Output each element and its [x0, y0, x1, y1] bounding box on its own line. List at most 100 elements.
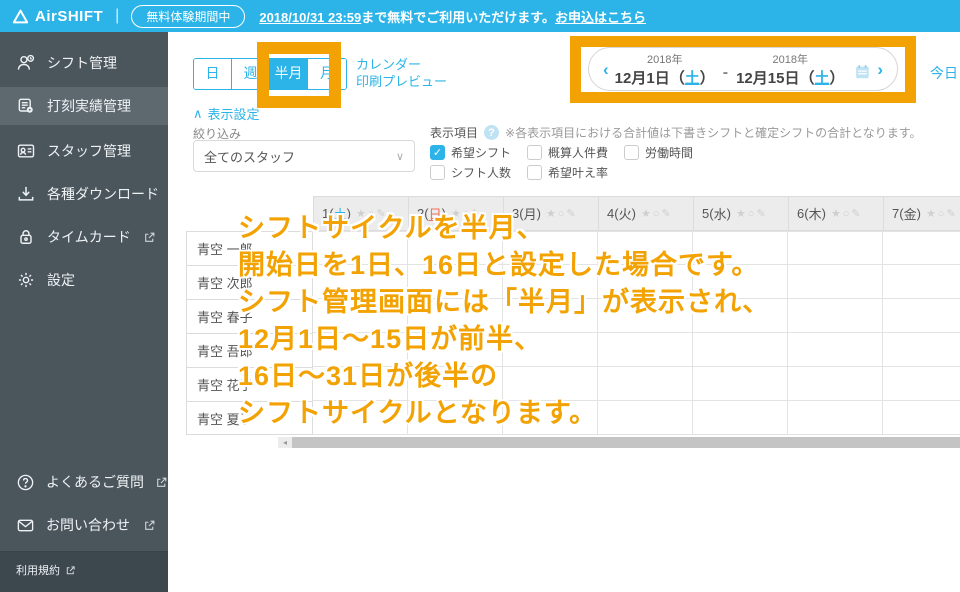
- schedule-cell[interactable]: [788, 265, 883, 298]
- schedule-cell[interactable]: [408, 232, 503, 264]
- schedule-cell[interactable]: [693, 333, 788, 366]
- schedule-cell[interactable]: [788, 333, 883, 366]
- checkbox-labor-cost[interactable]: 概算人件費: [527, 144, 608, 161]
- date-header-4[interactable]: 4(火) ★○✎: [599, 197, 694, 230]
- print-preview-link[interactable]: 印刷プレビュー: [356, 73, 447, 90]
- sidebar-footer: よくあるご質問 お問い合わせ 利用規約: [0, 465, 168, 592]
- schedule-cell[interactable]: [313, 401, 408, 434]
- tab-week[interactable]: 週: [232, 59, 270, 89]
- schedule-cell[interactable]: [408, 265, 503, 298]
- schedule-cell[interactable]: [598, 232, 693, 264]
- schedule-cell[interactable]: [313, 367, 408, 400]
- range-start[interactable]: 2018年 12月1日（土）: [615, 51, 715, 88]
- schedule-cell[interactable]: [883, 265, 960, 298]
- prev-period-chevron-icon[interactable]: ‹: [603, 61, 609, 78]
- table-row: [313, 299, 960, 333]
- schedule-cell[interactable]: [788, 232, 883, 264]
- schedule-cell[interactable]: [408, 401, 503, 434]
- checkbox-label: シフト人数: [451, 166, 512, 180]
- schedule-cell[interactable]: [503, 401, 598, 434]
- tab-month[interactable]: 月: [308, 59, 346, 89]
- schedule-cell[interactable]: [883, 401, 960, 434]
- schedule-cell[interactable]: [503, 265, 598, 298]
- sidebar-item-label: スタッフ管理: [47, 143, 131, 159]
- schedule-cell[interactable]: [693, 232, 788, 264]
- schedule-cell[interactable]: [693, 401, 788, 434]
- display-settings-label: 表示設定: [207, 107, 260, 122]
- schedule-cell[interactable]: [693, 367, 788, 400]
- sidebar-item-contact[interactable]: お問い合わせ: [0, 508, 168, 542]
- sidebar-item-downloads[interactable]: 各種ダウンロード: [0, 177, 168, 211]
- tab-day[interactable]: 日: [194, 59, 232, 89]
- header-action-icons[interactable]: ★○✎: [356, 207, 388, 220]
- scrollbar-thumb[interactable]: [292, 437, 960, 448]
- schedule-cell[interactable]: [883, 232, 960, 264]
- schedule-cell[interactable]: [313, 232, 408, 264]
- today-link[interactable]: 今日: [930, 63, 958, 83]
- sidebar-item-timecard[interactable]: タイムカード: [0, 220, 168, 254]
- schedule-cell[interactable]: [788, 299, 883, 332]
- schedule-cell[interactable]: [598, 401, 693, 434]
- schedule-cell[interactable]: [598, 265, 693, 298]
- airshift-logo[interactable]: AirSHIFT: [12, 8, 103, 25]
- schedule-cell[interactable]: [598, 299, 693, 332]
- sidebar-item-shift-management[interactable]: シフト管理: [0, 46, 168, 80]
- date-header-2[interactable]: 2(日) ★○✎: [409, 197, 504, 230]
- schedule-cell[interactable]: [788, 367, 883, 400]
- sidebar-item-label: タイムカード: [47, 229, 131, 245]
- help-icon[interactable]: ?: [484, 125, 500, 140]
- checkbox-shift-count[interactable]: シフト人数: [430, 164, 511, 181]
- header-action-icons[interactable]: ★○✎: [641, 207, 673, 220]
- calendar-link[interactable]: カレンダー: [356, 56, 447, 73]
- schedule-cell[interactable]: [313, 265, 408, 298]
- sidebar-item-faq[interactable]: よくあるご質問: [0, 465, 168, 499]
- date-header-7[interactable]: 7(金) ★○✎: [884, 197, 960, 230]
- schedule-cell[interactable]: [313, 333, 408, 366]
- date-header-5[interactable]: 5(水) ★○✎: [694, 197, 789, 230]
- sidebar-item-staff-management[interactable]: スタッフ管理: [0, 134, 168, 168]
- schedule-cell[interactable]: [503, 367, 598, 400]
- main-content: 日 週 半月 月 カレンダー 印刷プレビュー ‹ 2018年 12月1日（土） …: [168, 32, 960, 592]
- schedule-cell[interactable]: [503, 299, 598, 332]
- tab-half-month[interactable]: 半月: [270, 59, 308, 89]
- checkbox-wish-rate[interactable]: 希望叶え率: [527, 164, 608, 181]
- schedule-cell[interactable]: [883, 333, 960, 366]
- schedule-cell[interactable]: [598, 333, 693, 366]
- schedule-cell[interactable]: [408, 367, 503, 400]
- schedule-cell[interactable]: [883, 299, 960, 332]
- terms-link[interactable]: 利用規約: [16, 562, 168, 578]
- apply-link[interactable]: お申込はこちら: [555, 10, 646, 25]
- schedule-cell[interactable]: [503, 333, 598, 366]
- schedule-cell[interactable]: [408, 299, 503, 332]
- staff-filter-select[interactable]: 全てのスタッフ ∨: [193, 140, 415, 172]
- staff-filter-value: 全てのスタッフ: [204, 149, 296, 165]
- header-action-icons[interactable]: ★○✎: [926, 207, 958, 220]
- date-header-6[interactable]: 6(木) ★○✎: [789, 197, 884, 230]
- checkbox-working-hours[interactable]: 労働時間: [624, 144, 705, 161]
- header-action-icons[interactable]: ★○✎: [451, 207, 483, 220]
- schedule-cell[interactable]: [883, 367, 960, 400]
- header-action-icons[interactable]: ★○✎: [546, 207, 578, 220]
- schedule-cell[interactable]: [693, 299, 788, 332]
- schedule-cell[interactable]: [598, 367, 693, 400]
- schedule-cell[interactable]: [693, 265, 788, 298]
- scroll-left-arrow-icon[interactable]: ◂: [278, 437, 292, 448]
- calendar-picker-icon[interactable]: [853, 62, 872, 82]
- sidebar-item-time-records[interactable]: 打刻実績管理: [0, 87, 168, 125]
- mail-icon: [17, 519, 34, 531]
- next-period-chevron-icon[interactable]: ›: [877, 61, 883, 78]
- schedule-cell[interactable]: [408, 333, 503, 366]
- checkbox-desired-shift[interactable]: ✓ 希望シフト: [430, 144, 511, 161]
- display-settings-toggle[interactable]: ∧ 表示設定: [193, 104, 260, 123]
- horizontal-scrollbar[interactable]: ◂: [278, 437, 960, 448]
- sidebar-item-label: お問い合わせ: [46, 517, 130, 533]
- header-action-icons[interactable]: ★○✎: [831, 207, 863, 220]
- header-action-icons[interactable]: ★○✎: [736, 207, 768, 220]
- schedule-cell[interactable]: [788, 401, 883, 434]
- date-header-3[interactable]: 3(月) ★○✎: [504, 197, 599, 230]
- schedule-cell[interactable]: [503, 232, 598, 264]
- sidebar-item-settings[interactable]: 設定: [0, 263, 168, 297]
- range-end[interactable]: 2018年 12月15日（土）: [736, 51, 844, 88]
- schedule-cell[interactable]: [313, 299, 408, 332]
- date-header-1[interactable]: 1(土) ★○✎: [314, 197, 409, 230]
